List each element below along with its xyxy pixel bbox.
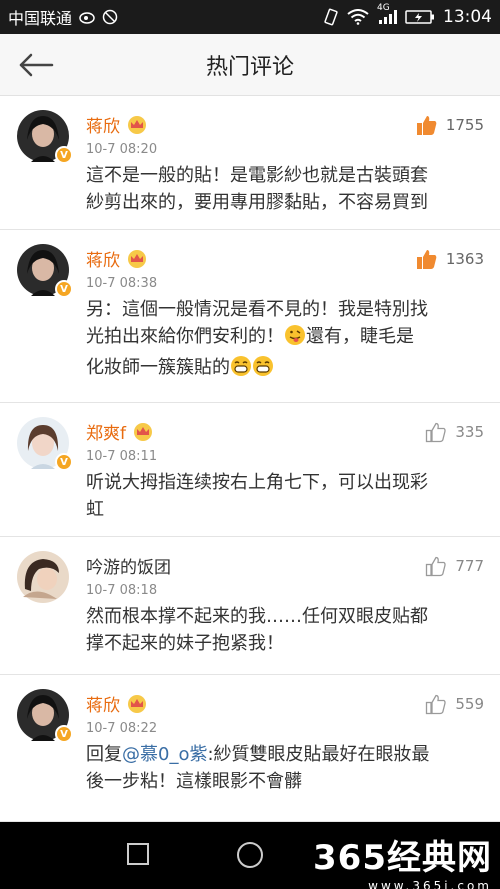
username[interactable]: 蒋欣 — [86, 691, 120, 716]
status-bar: 中国联通 4G 13:04 — [0, 0, 500, 34]
verified-badge: V — [55, 725, 73, 743]
recent-apps-button[interactable] — [126, 842, 150, 870]
tongue-emoji-icon — [284, 324, 306, 354]
comment-item: V 蒋欣 10-7 08:38 1363 另：這個一般情況是看不見的！我是特別找… — [0, 230, 500, 403]
comment-item: 吟游的饭团 10-7 08:18 777 然而根本撑不起来的我……任何双眼皮贴都… — [0, 537, 500, 675]
thumbs-up-icon — [426, 422, 447, 443]
grin-emoji-icon — [252, 355, 274, 385]
do-not-disturb-icon — [102, 9, 118, 25]
like-count: 777 — [455, 557, 484, 575]
arrow-left-icon — [19, 53, 54, 77]
watermark: 365经典网 www.365j.com — [313, 830, 492, 889]
avatar[interactable]: V — [17, 689, 73, 743]
vip-crown-icon — [126, 694, 148, 714]
verified-badge: V — [55, 146, 73, 164]
comment-item: V 蒋欣 10-7 08:20 1755 這不是一般的貼！是電影紗也就是古裝頭套… — [0, 96, 500, 230]
comment-text: 回复@慕0_o紫:紗質雙眼皮貼最好在眼妝最 後一步粘！這樣眼影不會髒 — [86, 741, 486, 795]
comment-text: 听说大拇指连续按右上角七下，可以出现彩 虹 — [86, 469, 486, 523]
like-count: 335 — [455, 423, 484, 441]
avatar[interactable] — [17, 551, 69, 603]
comment-fragment: 化妝師一簇簇貼的 — [86, 357, 230, 378]
watermark-title: 365经典网 — [313, 838, 492, 878]
carrier-label: 中国联通 — [8, 9, 73, 28]
comment-line: 後一步粘！這樣眼影不會髒 — [86, 771, 302, 792]
username[interactable]: 郑爽f — [86, 419, 126, 444]
nav-bar: 热门评论 — [0, 34, 500, 96]
comment-fragment: 光拍出來給你們安利的！ — [86, 326, 284, 347]
comment-list[interactable]: V 蒋欣 10-7 08:20 1755 這不是一般的貼！是電影紗也就是古裝頭套… — [0, 96, 500, 822]
watermark-url: www.365j.com — [368, 879, 492, 889]
like-button[interactable]: 559 — [425, 693, 484, 715]
comment-item: V 郑爽f 10-7 08:11 335 听说大拇指连续按右上角七下，可以出现彩… — [0, 403, 500, 537]
weibo-notification-icon — [78, 9, 96, 25]
like-button[interactable]: 335 — [425, 421, 484, 443]
comment-text: 然而根本撑不起来的我……任何双眼皮贴都 撑不起来的妹子抱紧我！ — [86, 603, 486, 657]
username[interactable]: 蒋欣 — [86, 246, 120, 271]
network-type-label: 4G — [377, 3, 390, 13]
thumbs-up-icon — [426, 556, 447, 577]
like-button[interactable]: 1755 — [416, 114, 484, 136]
thumbs-up-icon — [426, 694, 447, 715]
vip-crown-icon — [132, 422, 154, 442]
verified-badge: V — [55, 453, 73, 471]
avatar[interactable]: V — [17, 244, 73, 298]
comment-fragment: :紗質雙眼皮貼最好在眼妝最 — [207, 744, 430, 765]
username[interactable]: 吟游的饭团 — [86, 553, 171, 578]
page-title: 热门评论 — [205, 54, 294, 80]
comment-line: 撑不起来的妹子抱紧我！ — [86, 633, 284, 654]
like-button[interactable]: 1363 — [416, 248, 484, 270]
thumbs-up-icon — [416, 116, 437, 135]
comment-text: 這不是一般的貼！是電影紗也就是古裝頭套 紗剪出來的，要用專用膠黏貼，不容易買到 — [86, 162, 486, 216]
comment-time: 10-7 08:18 — [86, 583, 158, 598]
clock: 13:04 — [443, 7, 492, 27]
comment-line: 然而根本撑不起来的我……任何双眼皮贴都 — [86, 606, 428, 627]
comment-line: 回复@慕0_o紫:紗質雙眼皮貼最好在眼妝最 — [86, 741, 486, 768]
comment-line: 光拍出來給你們安利的！ 還有，睫毛是 — [86, 323, 486, 354]
reply-prefix: 回复 — [86, 744, 122, 765]
comment-time: 10-7 08:38 — [86, 276, 158, 291]
comment-time: 10-7 08:22 — [86, 721, 158, 736]
avatar[interactable]: V — [17, 110, 73, 164]
like-count: 559 — [455, 695, 484, 713]
mention-link[interactable]: @慕0_o紫 — [122, 744, 207, 765]
comment-fragment: 還有，睫毛是 — [306, 326, 414, 347]
comment-line: 這不是一般的貼！是電影紗也就是古裝頭套 — [86, 165, 428, 186]
comment-line: 紗剪出來的，要用專用膠黏貼，不容易買到 — [86, 192, 428, 213]
comment-line: 虹 — [86, 499, 104, 520]
circle-icon — [237, 842, 263, 868]
comment-time: 10-7 08:11 — [86, 449, 158, 464]
vip-crown-icon — [126, 249, 148, 269]
comment-item: V 蒋欣 10-7 08:22 559 回复@慕0_o紫:紗質雙眼皮貼最好在眼妝… — [0, 675, 500, 822]
grin-emoji-icon — [230, 355, 252, 385]
comment-text: 另：這個一般情況是看不見的！我是特別找 光拍出來給你們安利的！ 還有，睫毛是 化妝… — [86, 296, 486, 385]
vibrate-icon — [323, 8, 339, 26]
like-button[interactable]: 777 — [425, 555, 484, 577]
signal-icon: 4G — [377, 3, 397, 25]
system-nav-bar: 365经典网 www.365j.com — [0, 822, 500, 889]
verified-badge: V — [55, 280, 73, 298]
vip-crown-icon — [126, 115, 148, 135]
back-button[interactable] — [14, 48, 58, 82]
comment-time: 10-7 08:20 — [86, 142, 158, 157]
avatar[interactable]: V — [17, 417, 73, 471]
username[interactable]: 蒋欣 — [86, 112, 120, 137]
like-count: 1363 — [445, 250, 484, 268]
thumbs-up-icon — [416, 250, 437, 269]
home-button[interactable] — [236, 841, 264, 873]
square-icon — [127, 843, 149, 865]
comment-line: 化妝師一簇簇貼的 — [86, 354, 486, 385]
like-count: 1755 — [445, 116, 484, 134]
battery-charging-icon — [405, 9, 435, 25]
comment-line: 听说大拇指连续按右上角七下，可以出现彩 — [86, 472, 428, 493]
comment-line: 另：這個一般情況是看不見的！我是特別找 — [86, 299, 428, 320]
wifi-icon — [347, 9, 369, 25]
